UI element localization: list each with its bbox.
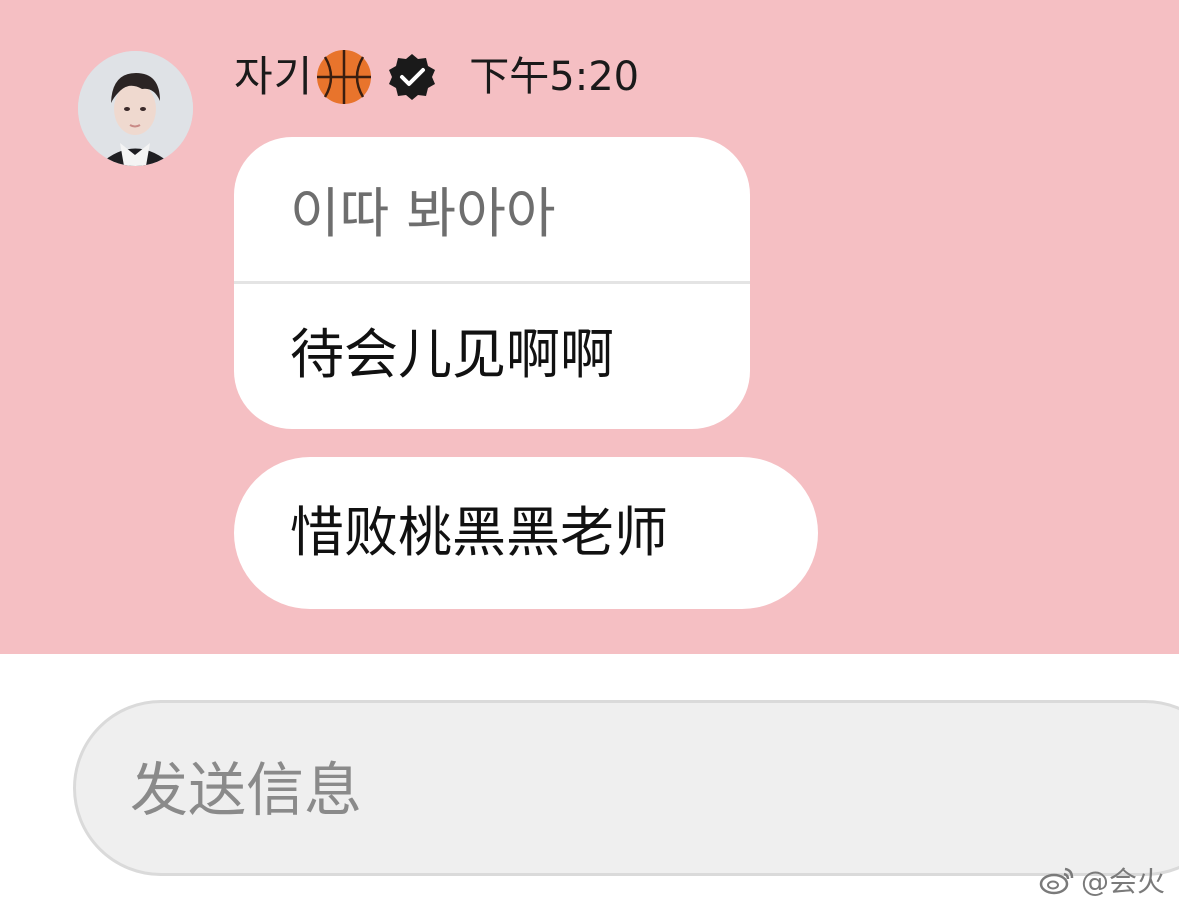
message-bubble[interactable]: 惜败桃黑黑老师	[234, 457, 818, 609]
chat-area: 자기 下午5:20 이따 봐아아 待会儿见啊啊 惜败桃黑黑老师	[0, 0, 1179, 654]
watermark-text: @会火	[1080, 865, 1165, 898]
message-text: 惜败桃黑黑老师	[290, 501, 668, 564]
message-input-placeholder: 发送信息	[130, 756, 363, 824]
translation-divider	[234, 281, 750, 284]
message-header: 자기 下午5:20	[234, 46, 639, 108]
watermark: @会火	[1039, 860, 1165, 900]
message-timestamp: 下午5:20	[469, 54, 640, 100]
avatar-image	[78, 51, 193, 166]
sender-name[interactable]: 자기	[234, 46, 313, 108]
avatar[interactable]	[78, 51, 193, 166]
message-bubble-translated[interactable]: 이따 봐아아 待会儿见啊啊	[234, 137, 750, 429]
message-input[interactable]: 发送信息	[73, 700, 1179, 876]
verified-badge-icon	[387, 52, 437, 102]
weibo-icon	[1039, 865, 1075, 895]
message-translation-text: 待会儿见啊啊	[290, 323, 614, 386]
basketball-icon	[315, 48, 373, 106]
message-original-text: 이따 봐아아	[290, 182, 556, 245]
